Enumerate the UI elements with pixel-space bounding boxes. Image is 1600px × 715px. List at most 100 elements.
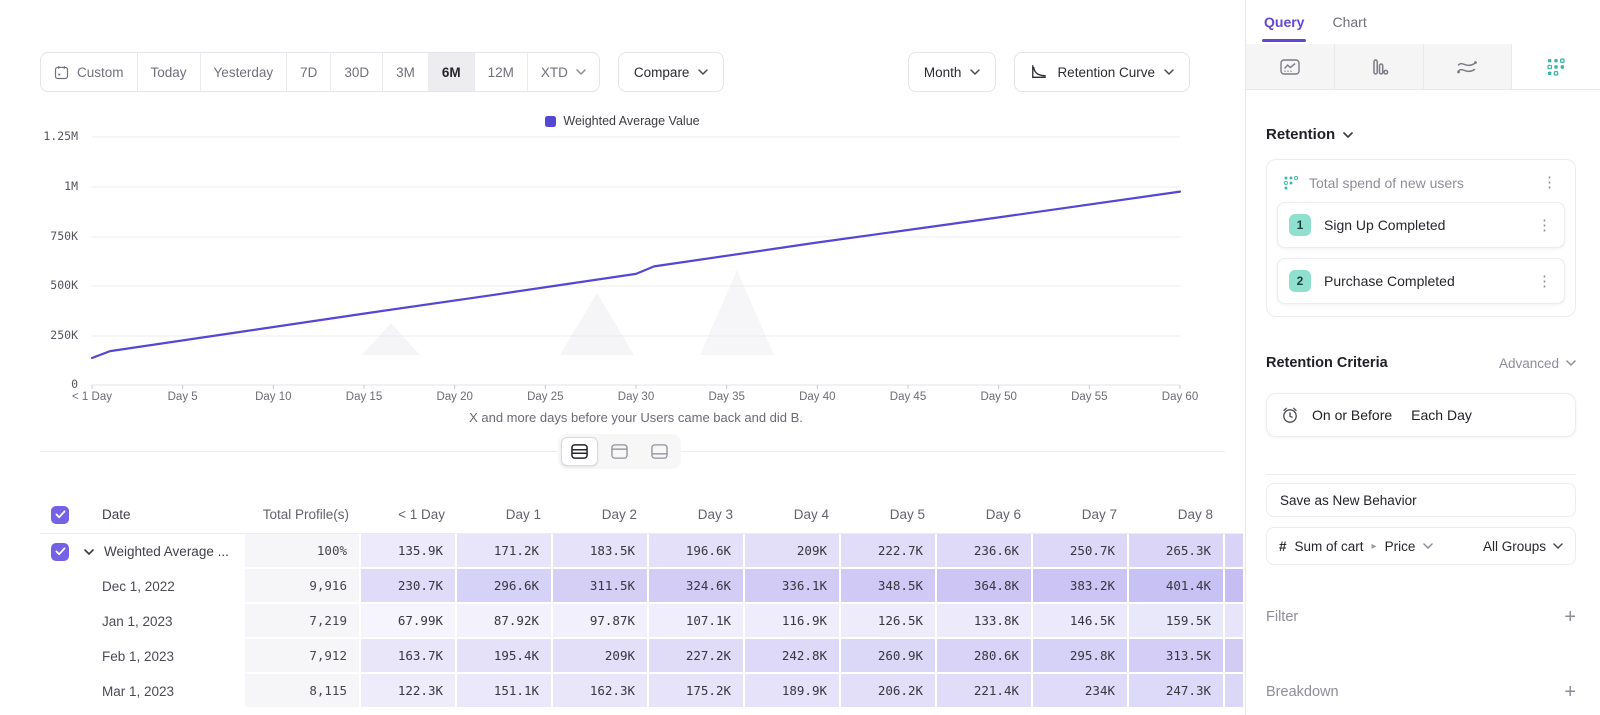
column-header-day[interactable]: Day 5 xyxy=(841,496,937,534)
value-cell: 171.2K xyxy=(457,534,553,569)
range-6m-button[interactable]: 6M xyxy=(429,53,475,91)
x-axis-tick: Day 60 xyxy=(1135,391,1225,403)
range-yesterday-button[interactable]: Yesterday xyxy=(201,53,288,91)
add-filter-button[interactable]: + xyxy=(1564,607,1576,627)
x-axis-tick: Day 35 xyxy=(682,391,772,403)
toolbar-left: Custom Today Yesterday 7D 30D 3M 6M 12M … xyxy=(40,52,724,92)
criteria-window[interactable]: Each Day xyxy=(1411,407,1472,423)
value-cell: 195.4K xyxy=(457,639,553,674)
row-checkbox[interactable] xyxy=(51,543,69,561)
column-header-date[interactable]: Date xyxy=(80,496,245,534)
split-view-button[interactable] xyxy=(561,437,598,466)
total-cell: 7,912 xyxy=(245,639,361,674)
row-checkbox-cell xyxy=(40,534,80,569)
view-toggle-group xyxy=(558,434,681,469)
toolbar: Custom Today Yesterday 7D 30D 3M 6M 12M … xyxy=(40,52,1190,92)
retention-criteria-header: Retention Criteria Advanced xyxy=(1266,355,1576,371)
row-checkbox-cell xyxy=(40,674,80,709)
calendar-icon xyxy=(54,65,69,80)
value-cell: 87.92K xyxy=(457,604,553,639)
column-header-day[interactable]: Day 3 xyxy=(649,496,745,534)
kebab-menu-icon[interactable]: ⋮ xyxy=(1538,173,1561,192)
value-cell: 183.5K xyxy=(553,534,649,569)
chart-only-view-button[interactable] xyxy=(601,437,638,466)
value-cell-clipped xyxy=(1225,674,1243,709)
add-breakdown-button[interactable]: + xyxy=(1564,682,1576,702)
table-only-view-button[interactable] xyxy=(641,437,678,466)
filter-section: Filter + xyxy=(1266,607,1576,627)
chevron-down-icon xyxy=(698,69,708,75)
value-cell: 116.9K xyxy=(745,604,841,639)
row-expander-icon[interactable] xyxy=(84,549,94,555)
breakdown-label: Breakdown xyxy=(1266,684,1339,700)
tab-query[interactable]: Query xyxy=(1264,0,1304,44)
column-header-day[interactable]: Day 1 xyxy=(457,496,553,534)
event-row-sign-up[interactable]: 1 Sign Up Completed ⋮ xyxy=(1277,202,1565,248)
column-header-day[interactable]: Day 6 xyxy=(937,496,1033,534)
behavior-title-row: Total spend of new users ⋮ xyxy=(1277,170,1565,192)
legend-label: Weighted Average Value xyxy=(563,114,699,128)
kebab-menu-icon[interactable]: ⋮ xyxy=(1533,272,1556,291)
table-row-label: Weighted Average ... xyxy=(80,534,245,569)
value-cell: 67.99K xyxy=(361,604,457,639)
event-row-purchase[interactable]: 2 Purchase Completed ⋮ xyxy=(1277,258,1565,304)
kebab-menu-icon[interactable]: ⋮ xyxy=(1533,216,1556,235)
value-cell: 222.7K xyxy=(841,534,937,569)
all-groups-dropdown[interactable]: All Groups xyxy=(1483,539,1563,554)
value-cell: 126.5K xyxy=(841,604,937,639)
range-xtd-button[interactable]: XTD xyxy=(528,53,599,91)
chart-type-button[interactable]: Retention Curve xyxy=(1014,52,1190,92)
gridlines xyxy=(92,137,1180,385)
value-cell: 189.9K xyxy=(745,674,841,709)
retention-icon xyxy=(1546,57,1566,77)
tab-retention[interactable] xyxy=(1512,44,1600,89)
select-all-checkbox[interactable] xyxy=(51,506,69,524)
range-3m-button[interactable]: 3M xyxy=(383,53,429,91)
funnels-icon xyxy=(1368,57,1390,77)
column-header-day[interactable]: Day 7 xyxy=(1033,496,1129,534)
property-sub[interactable]: Price xyxy=(1385,539,1416,554)
value-cell: 209K xyxy=(745,534,841,569)
total-cell: 7,219 xyxy=(245,604,361,639)
range-label: Custom xyxy=(77,65,124,80)
value-cell: 146.5K xyxy=(1033,604,1129,639)
report-type-dropdown[interactable]: Retention xyxy=(1266,126,1576,143)
column-header-day[interactable]: Day 4 xyxy=(745,496,841,534)
compare-button[interactable]: Compare xyxy=(618,52,725,92)
tab-insights[interactable] xyxy=(1246,44,1335,89)
range-12m-button[interactable]: 12M xyxy=(475,53,528,91)
chevron-down-icon xyxy=(1164,69,1174,75)
criteria-mode-dropdown[interactable]: Advanced xyxy=(1499,356,1576,371)
criteria-timing-card[interactable]: On or Before Each Day xyxy=(1266,393,1576,437)
chevron-down-icon xyxy=(1423,543,1433,549)
range-30d-button[interactable]: 30D xyxy=(331,53,383,91)
total-cell: 9,916 xyxy=(245,569,361,604)
value-cell: 364.8K xyxy=(937,569,1033,604)
chevron-down-icon xyxy=(1566,360,1576,366)
legend-item[interactable]: Weighted Average Value xyxy=(545,114,699,128)
range-custom-button[interactable]: Custom xyxy=(41,53,138,91)
column-header-day[interactable]: Day 8 xyxy=(1129,496,1225,534)
column-header-day[interactable]: Day 2 xyxy=(553,496,649,534)
retention-table: Date Total Profile(s) < 1 Day Day 1 Day … xyxy=(40,496,1243,709)
criteria-timing[interactable]: On or Before xyxy=(1312,407,1392,423)
range-7d-button[interactable]: 7D xyxy=(287,53,331,91)
range-today-button[interactable]: Today xyxy=(138,53,201,91)
column-header-total[interactable]: Total Profile(s) xyxy=(245,496,361,534)
tab-funnels[interactable] xyxy=(1335,44,1424,89)
tab-chart[interactable]: Chart xyxy=(1332,0,1366,44)
granularity-button[interactable]: Month xyxy=(908,52,997,92)
event-number-badge: 2 xyxy=(1289,270,1311,292)
behavior-card: Total spend of new users ⋮ 1 Sign Up Com… xyxy=(1266,159,1576,317)
breakdown-section: Breakdown + xyxy=(1266,682,1576,702)
save-as-new-behavior-button[interactable]: Save as New Behavior xyxy=(1266,483,1576,517)
column-header-day[interactable]: < 1 Day xyxy=(361,496,457,534)
row-checkbox-cell xyxy=(40,639,80,674)
value-cell: 336.1K xyxy=(745,569,841,604)
property-name[interactable]: Sum of cart xyxy=(1295,539,1364,554)
value-cell: 196.6K xyxy=(649,534,745,569)
tab-flows[interactable] xyxy=(1424,44,1513,89)
value-cell: 122.3K xyxy=(361,674,457,709)
value-cell: 209K xyxy=(553,639,649,674)
sidebar-content: Retention Total spend of new users ⋮ 1 S… xyxy=(1246,90,1600,702)
